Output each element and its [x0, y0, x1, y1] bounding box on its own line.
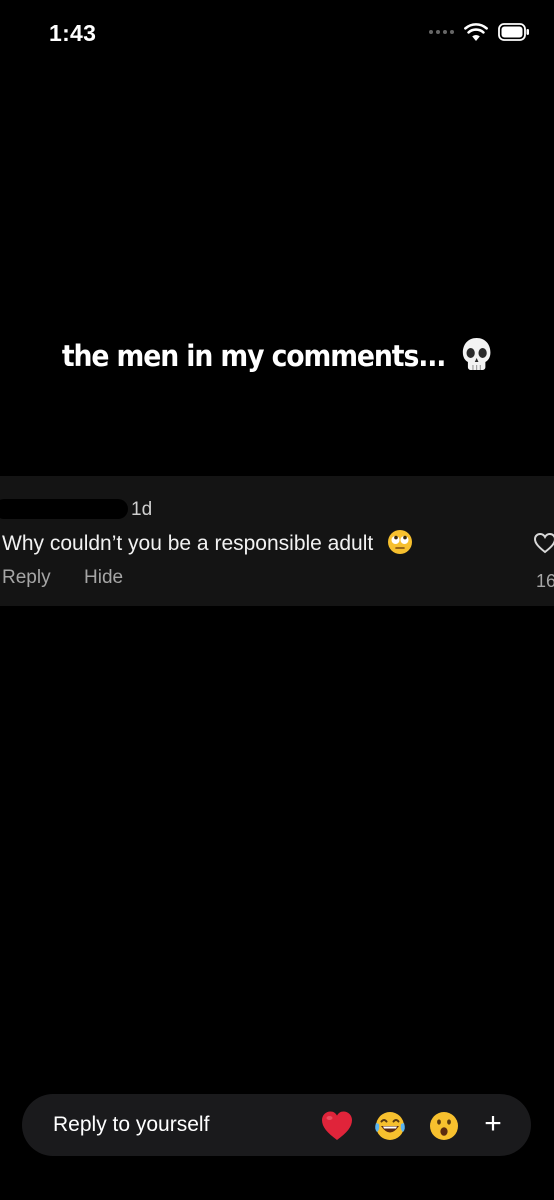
comment-body: Why couldn’t you be a responsible adult	[2, 532, 374, 555]
more-reactions-button[interactable]: +	[481, 1109, 505, 1140]
story-caption: the men in my comments...	[22, 336, 532, 379]
battery-icon	[498, 23, 529, 41]
like-count: 16	[536, 571, 554, 591]
signal-dots-icon	[429, 30, 454, 34]
comment-hide-button[interactable]: Hide	[84, 567, 123, 589]
comment-text: Why couldn’t you be a responsible adult	[2, 529, 413, 561]
skull-icon	[461, 336, 492, 379]
caption-text: the men in my comments...	[61, 339, 447, 373]
eye-roll-face-icon	[387, 529, 413, 561]
status-icons	[429, 22, 530, 42]
status-bar: 1:43	[0, 0, 554, 70]
status-time: 1:43	[49, 20, 97, 46]
redacted-username	[0, 499, 128, 519]
like-heart-icon[interactable]	[533, 532, 554, 554]
comment-time: 1d	[131, 499, 153, 520]
heart-icon[interactable]	[320, 1109, 354, 1143]
wifi-icon	[464, 23, 488, 41]
surprised-face-icon[interactable]	[427, 1109, 461, 1143]
laughing-face-icon[interactable]	[373, 1109, 407, 1143]
reply-input[interactable]: Reply to yourself	[53, 1113, 209, 1137]
comment-reply-button[interactable]: Reply	[2, 567, 51, 589]
reply-bar[interactable]: Reply to yourself +	[22, 1094, 531, 1156]
comment-card: · · 1d Why couldn’t you be a responsible…	[0, 476, 554, 606]
